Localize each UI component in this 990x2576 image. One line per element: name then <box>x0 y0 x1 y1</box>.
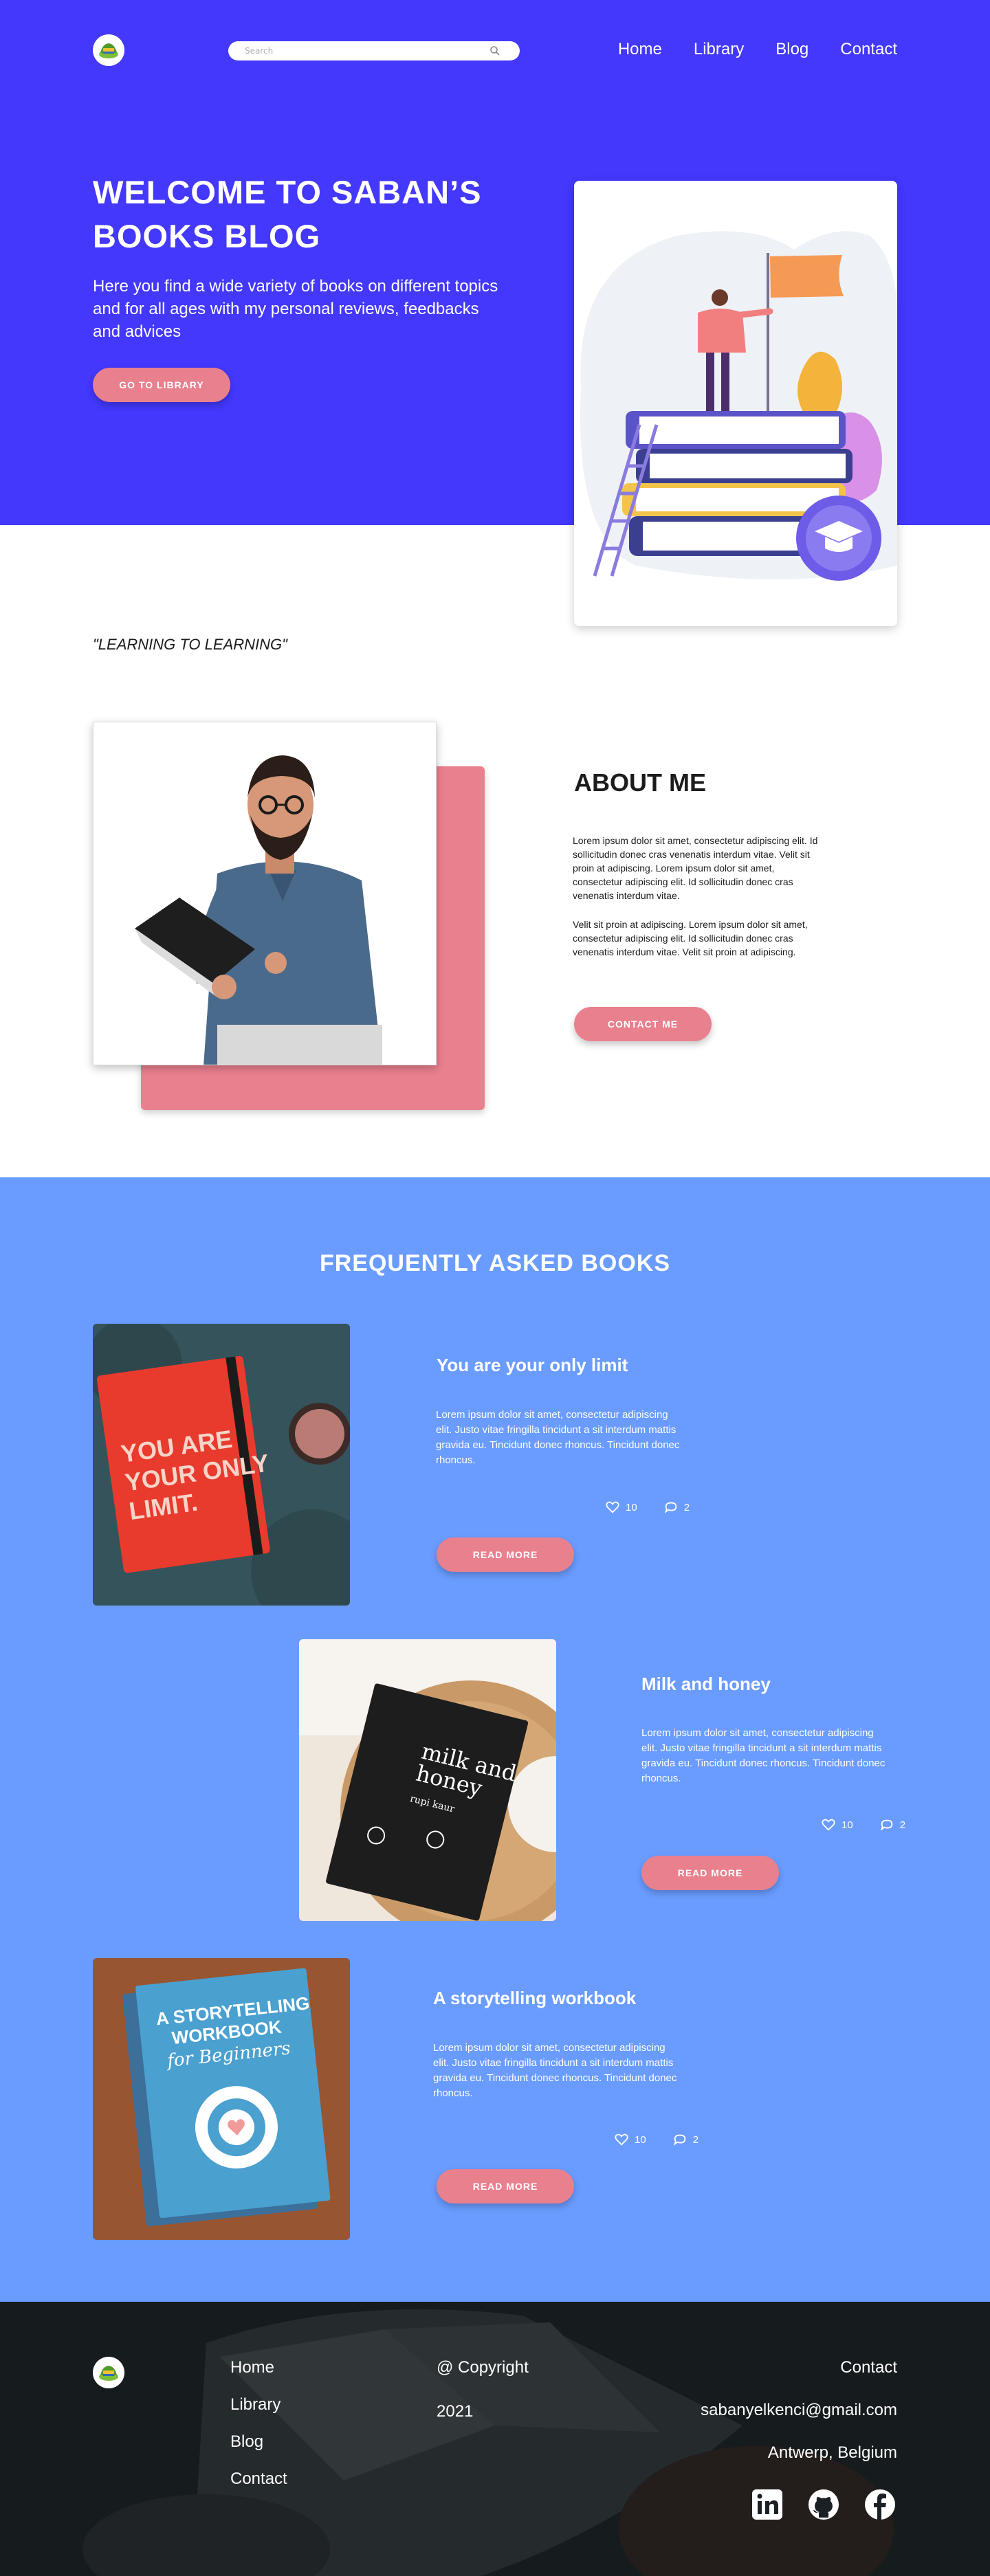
logo-icon[interactable] <box>93 34 124 66</box>
linkedin-icon[interactable] <box>750 2487 784 2522</box>
footer-library-link[interactable]: Library <box>230 2395 287 2414</box>
about-photo <box>93 722 437 1065</box>
comment-count: 2 <box>692 2133 699 2146</box>
book-3-stats: 10 2 <box>614 2132 698 2147</box>
contact-location: Antwerp, Belgium <box>767 2443 897 2462</box>
footer-logo-icon[interactable] <box>93 2357 124 2388</box>
search-icon[interactable] <box>490 45 500 56</box>
quote-text: "LEARNING TO LEARNING" <box>93 636 287 653</box>
footer-contact: Contact sabanyelkenci@gmail.com Antwerp,… <box>701 2358 897 2463</box>
like-count: 10 <box>635 2133 646 2146</box>
footer-copyright: @ Copyright 2021 <box>437 2358 529 2421</box>
book-2-title: Milk and honey <box>641 1674 771 1694</box>
go-to-library-button[interactable]: GO TO LIBRARY <box>93 368 230 402</box>
nav-library-link[interactable]: Library <box>694 40 744 59</box>
like-count: 10 <box>842 1819 853 1831</box>
contact-email[interactable]: sabanyelkenci@gmail.com <box>701 2401 897 2420</box>
man-with-book-photo <box>94 722 436 1065</box>
nav-blog-link[interactable]: Blog <box>776 40 808 59</box>
book-2-read-more-button[interactable]: READ MORE <box>641 1856 779 1890</box>
footer-contact-link[interactable]: Contact <box>230 2469 287 2489</box>
social-links <box>750 2487 897 2522</box>
book-2-image[interactable]: milk and honey rupi kaur <box>299 1639 556 1921</box>
about-paragraph-1: Lorem ipsum dolor sit amet, consectetur … <box>573 835 818 901</box>
like-icon[interactable] <box>605 1500 620 1515</box>
copyright-year: 2021 <box>437 2402 474 2421</box>
book-3-title: A storytelling workbook <box>433 1988 637 2008</box>
book-1-read-more-button[interactable]: READ MORE <box>437 1537 574 1572</box>
footer-blog-link[interactable]: Blog <box>230 2432 287 2452</box>
comment-count: 2 <box>899 1819 906 1831</box>
hero-illustration-card <box>574 181 897 626</box>
contact-me-button[interactable]: CONTACT ME <box>574 1007 712 1041</box>
hero-title: WELCOME TO SABAN’S BOOKS BLOG <box>93 174 482 254</box>
nav-home-link[interactable]: Home <box>618 40 662 59</box>
hero-description: Here you find a wide variety of books on… <box>93 277 498 341</box>
about-title: ABOUT ME <box>574 768 706 797</box>
book-1-image[interactable]: YOU ARE YOUR ONLY LIMIT. <box>93 1324 350 1606</box>
faq-title: FREQUENTLY ASKED BOOKS <box>319 1250 671 1276</box>
books-illustration <box>574 181 897 626</box>
main-nav: Home Library Blog Contact <box>618 40 897 59</box>
book-1-description: Lorem ipsum dolor sit amet, consectetur … <box>436 1409 680 1466</box>
book-3-read-more-button[interactable]: READ MORE <box>437 2169 574 2203</box>
comment-icon[interactable] <box>672 2132 688 2147</box>
footer-home-link[interactable]: Home <box>230 2358 287 2377</box>
like-icon[interactable] <box>614 2132 629 2147</box>
footer: Home Library Blog Contact @ Copyright 20… <box>0 2302 990 2576</box>
github-icon[interactable] <box>806 2487 841 2522</box>
comment-icon[interactable] <box>663 1500 679 1515</box>
comment-count: 2 <box>683 1501 690 1513</box>
contact-heading: Contact <box>840 2358 897 2377</box>
copyright-text: @ Copyright <box>437 2358 529 2377</box>
nav-contact-link[interactable]: Contact <box>840 40 897 59</box>
book-1-title: You are your only limit <box>437 1355 628 1375</box>
book-3-image[interactable]: A STORYTELLING WORKBOOK for Beginners <box>93 1958 350 2240</box>
book-2-description: Lorem ipsum dolor sit amet, consectetur … <box>641 1727 886 1784</box>
book-2-stats: 10 2 <box>821 1817 905 1832</box>
facebook-icon[interactable] <box>863 2487 897 2522</box>
search-bar[interactable] <box>228 41 520 60</box>
about-paragraph-2: Velit sit proin at adipiscing. Lorem ips… <box>573 919 808 957</box>
like-icon[interactable] <box>821 1817 836 1832</box>
search-input[interactable] <box>245 44 478 58</box>
book-1-stats: 10 2 <box>605 1500 690 1515</box>
faq-section: FREQUENTLY ASKED BOOKS YOU ARE YOUR ONLY… <box>0 1177 990 2302</box>
book-3-description: Lorem ipsum dolor sit amet, consectetur … <box>433 2042 677 2099</box>
comment-icon[interactable] <box>879 1817 894 1832</box>
footer-nav: Home Library Blog Contact <box>230 2358 287 2489</box>
like-count: 10 <box>626 1501 637 1513</box>
